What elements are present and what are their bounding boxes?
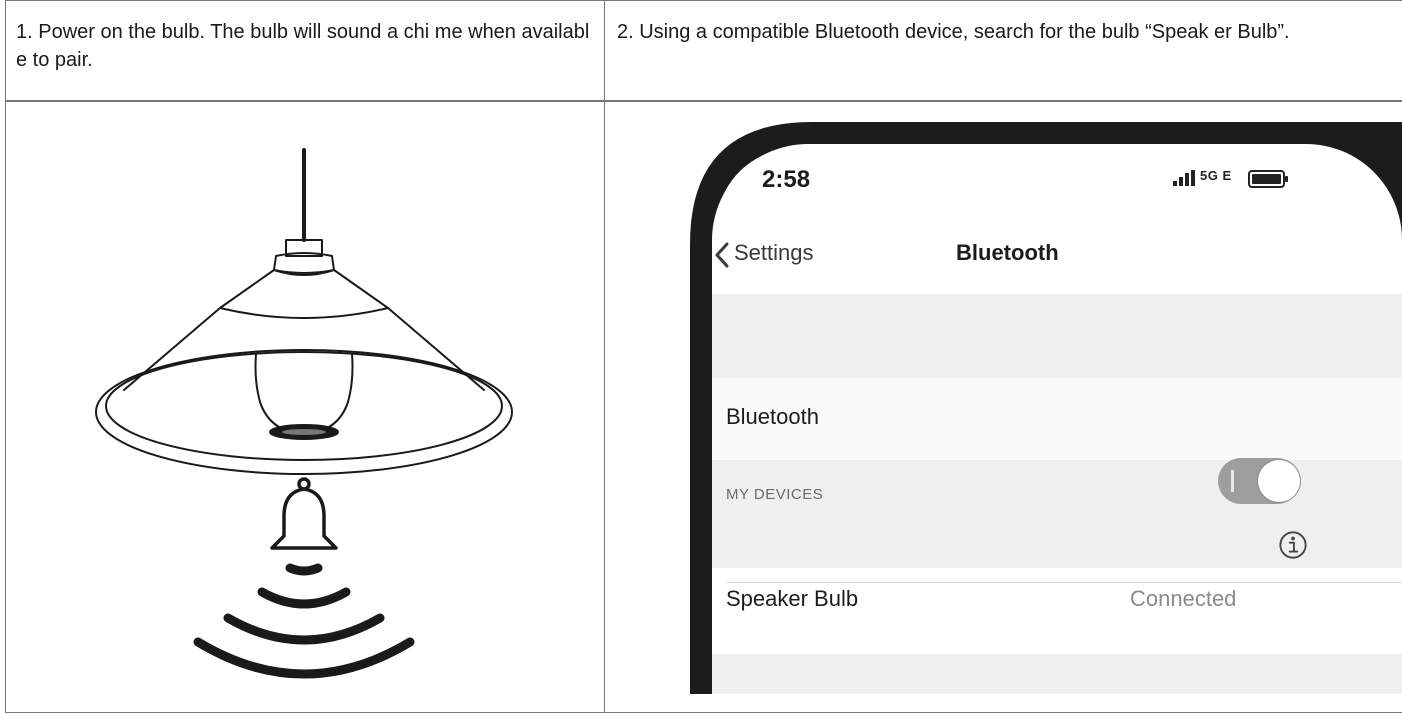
- status-bar-indicators: 5G E: [1172, 168, 1312, 190]
- table-border-top: [5, 0, 1402, 1]
- info-circle-icon[interactable]: [1278, 530, 1308, 560]
- battery-icon: [1248, 170, 1288, 188]
- screen-spacer: [712, 654, 1402, 694]
- status-time: 2:58: [762, 166, 811, 193]
- device-name: Speaker Bulb: [726, 586, 859, 611]
- screen-spacer: [712, 294, 1402, 378]
- table-border-middle: [5, 100, 1402, 102]
- row-divider: [726, 582, 1402, 583]
- bluetooth-toggle[interactable]: [1218, 458, 1300, 504]
- step-1-text: 1. Power on the bulb. The bulb will soun…: [16, 21, 590, 71]
- toggle-on-mark: [1231, 470, 1234, 492]
- bell-icon: [270, 477, 338, 550]
- nav-title: Bluetooth: [956, 240, 1059, 265]
- phone-frame: Bluetooth Speaker Bulb Connected 2:58 5G…: [690, 122, 1402, 694]
- status-network: 5G E: [1200, 168, 1232, 183]
- phone-screen: Bluetooth Speaker Bulb Connected: [712, 144, 1402, 694]
- instruction-table: 1. Power on the bulb. The bulb will soun…: [0, 0, 1402, 713]
- signal-bars-icon: [1173, 170, 1195, 186]
- back-button[interactable]: Settings: [714, 240, 854, 272]
- toggle-knob: [1258, 460, 1300, 502]
- sound-waves-icon: [193, 563, 415, 679]
- device-list-row[interactable]: Speaker Bulb Connected: [712, 568, 1402, 654]
- chevron-left-icon: [715, 242, 729, 268]
- table-border-center: [604, 0, 605, 713]
- section-header: MY DEVICES: [726, 486, 824, 503]
- bluetooth-row-label: Bluetooth: [726, 404, 819, 429]
- back-label: Settings: [734, 240, 814, 265]
- bluetooth-toggle-row[interactable]: Bluetooth: [712, 378, 1402, 460]
- device-status: Connected: [1130, 586, 1237, 611]
- table-border-left: [5, 0, 6, 713]
- step-2-text: 2. Using a compatible Bluetooth device, …: [617, 21, 1290, 43]
